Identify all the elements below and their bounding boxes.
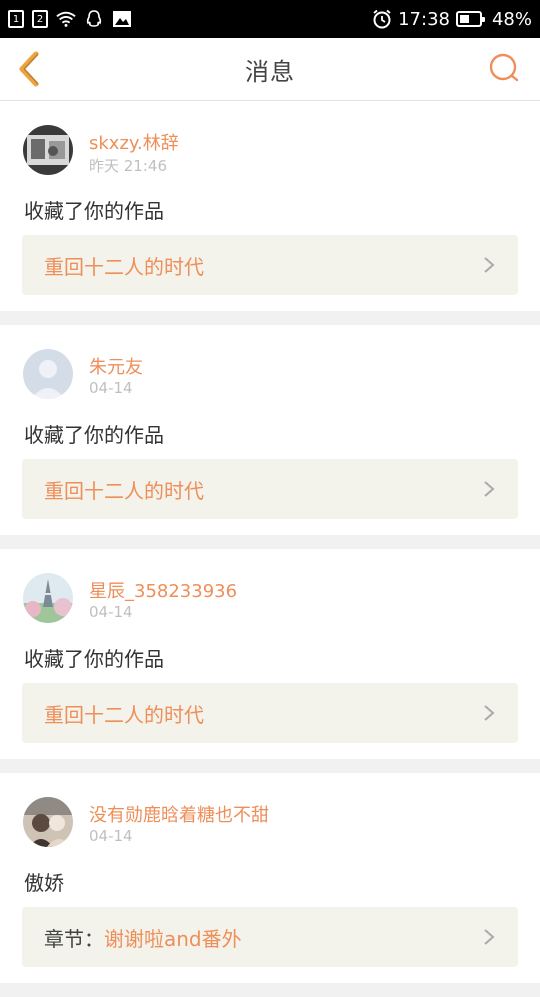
- default-avatar-icon: [23, 349, 73, 399]
- tower-avatar-icon: [23, 573, 73, 623]
- sim1-label: 1: [12, 14, 20, 25]
- chevron-right-icon: [484, 481, 495, 497]
- username[interactable]: skxzy.林辞: [89, 129, 179, 155]
- battery-level: [459, 15, 469, 23]
- user-avatar[interactable]: [23, 349, 73, 399]
- username[interactable]: 没有勋鹿晗着糖也不甜: [89, 801, 269, 827]
- message-card: 没有勋鹿晗着糖也不甜 04-14 傲娇 章节：谢谢啦and番外: [0, 773, 540, 983]
- back-button[interactable]: [14, 50, 46, 88]
- status-time: 17:38: [398, 8, 450, 30]
- search-icon: [489, 53, 519, 82]
- status-bar: 1 2 17:38 48%: [0, 0, 540, 38]
- message-action: 收藏了你的作品: [24, 647, 164, 671]
- alarm-icon: [372, 9, 392, 29]
- page-title: 消息: [245, 57, 295, 86]
- battery-icon: [455, 11, 485, 27]
- message-time: 04-14: [89, 827, 133, 845]
- work-title: 重回十二人的时代: [44, 254, 204, 279]
- message-time: 04-14: [89, 379, 133, 397]
- photo-avatar-icon: [23, 797, 73, 847]
- image-icon: [112, 10, 132, 28]
- work-title: 重回十二人的时代: [44, 702, 204, 727]
- sim2-icon: 2: [32, 10, 48, 28]
- qq-icon: [84, 10, 104, 28]
- work-link[interactable]: 重回十二人的时代: [22, 683, 518, 743]
- work-link[interactable]: 重回十二人的时代: [22, 459, 518, 519]
- username[interactable]: 星辰_358233936: [89, 577, 237, 603]
- user-avatar[interactable]: [23, 125, 73, 175]
- message-action: 收藏了你的作品: [24, 423, 164, 447]
- chevron-right-icon: [484, 257, 495, 273]
- search-button[interactable]: [488, 52, 520, 84]
- chapter-prefix: 章节：: [44, 926, 104, 951]
- message-action: 傲娇: [24, 871, 64, 895]
- user-avatar[interactable]: [23, 573, 73, 623]
- battery-percent: 48%: [491, 8, 532, 30]
- sim2-label: 2: [36, 14, 44, 25]
- message-list: skxzy.林辞 昨天 21:46 收藏了你的作品 重回十二人的时代 朱元友 0…: [0, 101, 540, 997]
- work-link[interactable]: 重回十二人的时代: [22, 235, 518, 295]
- chapter-title: 章节：谢谢啦and番外: [44, 923, 242, 952]
- user-avatar[interactable]: [23, 797, 73, 847]
- message-time: 04-14: [89, 603, 133, 621]
- photo-avatar-icon: [23, 125, 73, 175]
- chapter-link[interactable]: 章节：谢谢啦and番外: [22, 907, 518, 967]
- message-card: 星辰_358233936 04-14 收藏了你的作品 重回十二人的时代: [0, 549, 540, 759]
- back-arrow-icon: [19, 51, 39, 87]
- sim1-icon: 1: [8, 10, 24, 28]
- chevron-right-icon: [484, 705, 495, 721]
- username[interactable]: 朱元友: [89, 353, 143, 379]
- chapter-name: 谢谢啦and番外: [104, 926, 242, 951]
- status-right-icons: 17:38 48%: [372, 9, 532, 30]
- status-left-icons: 1 2: [8, 10, 132, 28]
- chevron-right-icon: [484, 929, 495, 945]
- message-action: 收藏了你的作品: [24, 199, 164, 223]
- work-title: 重回十二人的时代: [44, 478, 204, 503]
- message-time: 昨天 21:46: [89, 157, 167, 175]
- message-card: skxzy.林辞 昨天 21:46 收藏了你的作品 重回十二人的时代: [0, 101, 540, 311]
- message-card: 朱元友 04-14 收藏了你的作品 重回十二人的时代: [0, 325, 540, 535]
- app-header: 消息: [0, 38, 540, 101]
- wifi-icon: [56, 10, 76, 28]
